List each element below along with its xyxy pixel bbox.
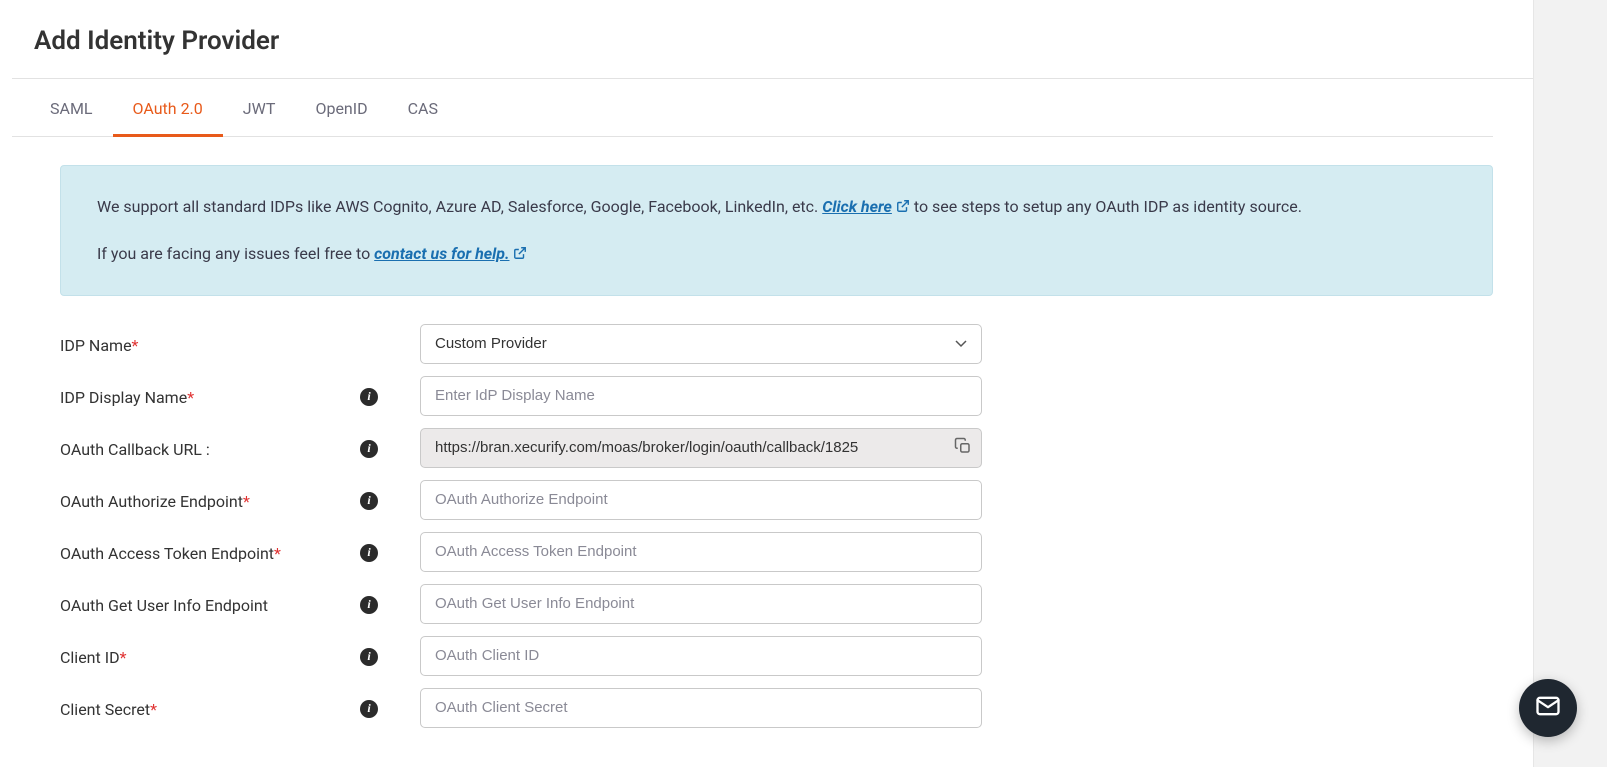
client-id-label: Client ID*	[60, 644, 360, 667]
copy-icon[interactable]	[954, 437, 972, 459]
idp-name-label: IDP Name*	[60, 332, 360, 355]
chat-fab[interactable]	[1519, 679, 1577, 737]
row-token-endpoint: OAuth Access Token Endpoint* i	[60, 532, 1493, 572]
contact-us-link[interactable]: contact us for help.	[374, 244, 527, 263]
banner-text-2: to see steps to setup any OAuth IDP as i…	[910, 197, 1302, 216]
row-userinfo-endpoint: OAuth Get User Info Endpoint i	[60, 584, 1493, 624]
tab-saml[interactable]: SAML	[30, 81, 113, 137]
tab-jwt[interactable]: JWT	[223, 81, 296, 137]
idp-display-name-input[interactable]	[420, 376, 982, 416]
tab-panel-oauth2: We support all standard IDPs like AWS Co…	[12, 137, 1533, 728]
info-icon[interactable]: i	[360, 388, 378, 406]
mail-icon	[1534, 692, 1562, 724]
info-banner: We support all standard IDPs like AWS Co…	[60, 165, 1493, 296]
info-icon[interactable]: i	[360, 700, 378, 718]
external-link-icon	[513, 242, 527, 268]
info-icon[interactable]: i	[360, 544, 378, 562]
client-secret-input[interactable]	[420, 688, 982, 728]
row-callback-url: OAuth Callback URL : i	[60, 428, 1493, 468]
protocol-tabs: SAML OAuth 2.0 JWT OpenID CAS	[12, 81, 1493, 137]
info-icon[interactable]: i	[360, 492, 378, 510]
row-client-id: Client ID* i	[60, 636, 1493, 676]
click-here-link[interactable]: Click here	[822, 197, 910, 216]
row-client-secret: Client Secret* i	[60, 688, 1493, 728]
info-icon[interactable]: i	[360, 440, 378, 458]
info-icon[interactable]: i	[360, 596, 378, 614]
banner-text-1: We support all standard IDPs like AWS Co…	[97, 197, 822, 216]
tab-oauth2[interactable]: OAuth 2.0	[113, 81, 223, 137]
token-endpoint-input[interactable]	[420, 532, 982, 572]
authorize-endpoint-label: OAuth Authorize Endpoint*	[60, 488, 360, 511]
content-area: Add Identity Provider SAML OAuth 2.0 JWT…	[0, 0, 1533, 728]
tab-openid[interactable]: OpenID	[295, 81, 387, 137]
callback-url-label: OAuth Callback URL :	[60, 436, 360, 459]
row-idp-name: IDP Name* Custom Provider	[60, 324, 1493, 364]
external-link-icon	[896, 195, 910, 221]
client-id-input[interactable]	[420, 636, 982, 676]
title-divider	[12, 78, 1533, 79]
callback-url-input[interactable]	[420, 428, 982, 468]
page-title: Add Identity Provider	[12, 0, 1533, 78]
idp-display-name-label: IDP Display Name*	[60, 384, 360, 407]
userinfo-endpoint-label: OAuth Get User Info Endpoint	[60, 592, 360, 615]
scrollbar-gutter	[1533, 0, 1607, 767]
idp-name-select[interactable]: Custom Provider	[420, 324, 982, 364]
oauth-form: IDP Name* Custom Provider IDP Display Na…	[60, 324, 1493, 728]
userinfo-endpoint-input[interactable]	[420, 584, 982, 624]
row-idp-display-name: IDP Display Name* i	[60, 376, 1493, 416]
info-icon[interactable]: i	[360, 648, 378, 666]
banner-text-3: If you are facing any issues feel free t…	[97, 244, 374, 263]
token-endpoint-label: OAuth Access Token Endpoint*	[60, 540, 360, 563]
authorize-endpoint-input[interactable]	[420, 480, 982, 520]
client-secret-label: Client Secret*	[60, 696, 360, 719]
row-authorize-endpoint: OAuth Authorize Endpoint* i	[60, 480, 1493, 520]
tab-cas[interactable]: CAS	[388, 81, 458, 137]
